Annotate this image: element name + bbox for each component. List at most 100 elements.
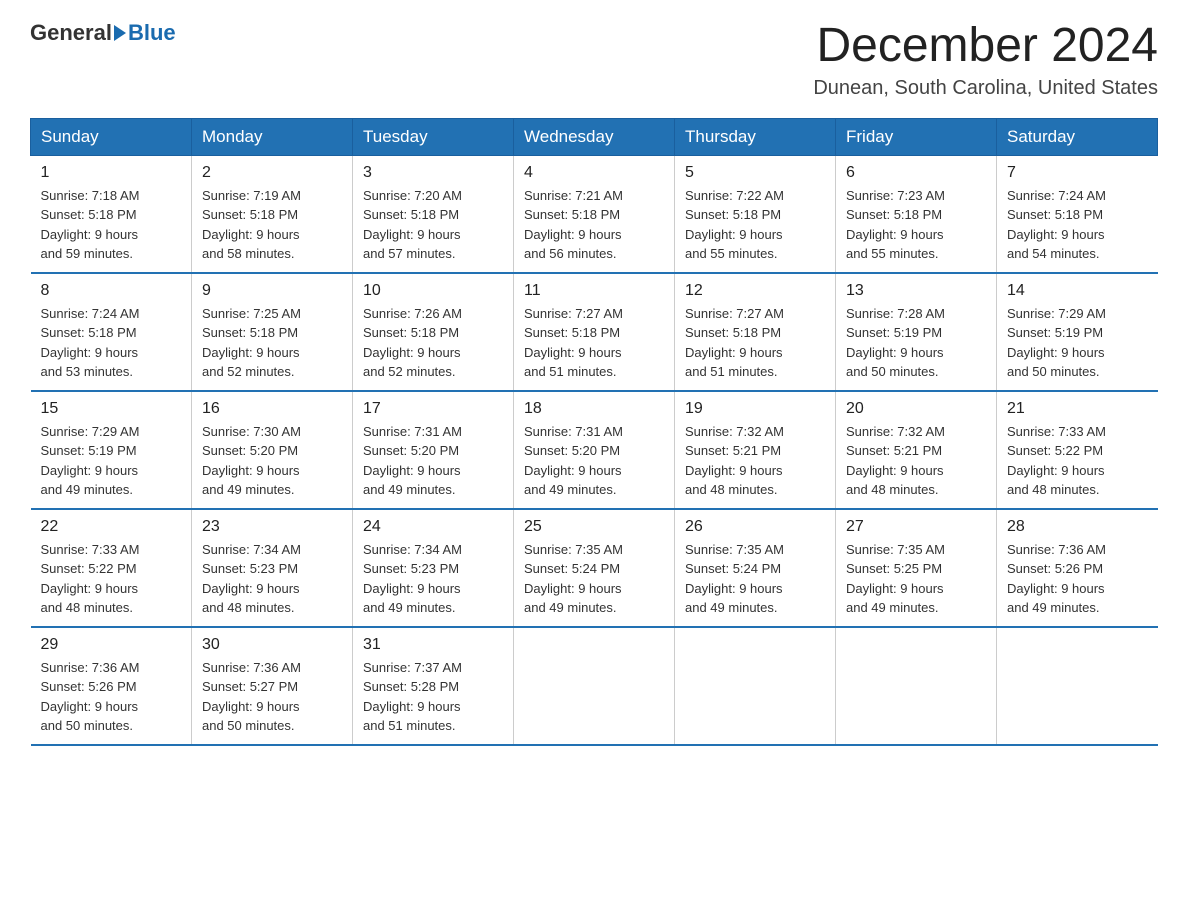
calendar-week-row: 22 Sunrise: 7:33 AM Sunset: 5:22 PM Dayl…: [31, 509, 1158, 627]
day-info: Sunrise: 7:36 AM Sunset: 5:26 PM Dayligh…: [41, 658, 182, 736]
header-saturday: Saturday: [997, 118, 1158, 155]
day-number: 20: [846, 400, 986, 418]
logo-blue-text: Blue: [128, 20, 176, 46]
calendar-cell: 3 Sunrise: 7:20 AM Sunset: 5:18 PM Dayli…: [353, 155, 514, 273]
calendar-week-row: 29 Sunrise: 7:36 AM Sunset: 5:26 PM Dayl…: [31, 627, 1158, 745]
day-info: Sunrise: 7:19 AM Sunset: 5:18 PM Dayligh…: [202, 186, 342, 264]
day-number: 22: [41, 518, 182, 536]
page-header: General Blue December 2024 Dunean, South…: [30, 20, 1158, 100]
header-sunday: Sunday: [31, 118, 192, 155]
day-info: Sunrise: 7:25 AM Sunset: 5:18 PM Dayligh…: [202, 304, 342, 382]
day-info: Sunrise: 7:28 AM Sunset: 5:19 PM Dayligh…: [846, 304, 986, 382]
calendar-cell: 11 Sunrise: 7:27 AM Sunset: 5:18 PM Dayl…: [514, 273, 675, 391]
day-info: Sunrise: 7:20 AM Sunset: 5:18 PM Dayligh…: [363, 186, 503, 264]
day-info: Sunrise: 7:35 AM Sunset: 5:24 PM Dayligh…: [524, 540, 664, 618]
calendar-cell: 7 Sunrise: 7:24 AM Sunset: 5:18 PM Dayli…: [997, 155, 1158, 273]
day-number: 11: [524, 282, 664, 300]
calendar-cell: 26 Sunrise: 7:35 AM Sunset: 5:24 PM Dayl…: [675, 509, 836, 627]
day-info: Sunrise: 7:24 AM Sunset: 5:18 PM Dayligh…: [41, 304, 182, 382]
day-info: Sunrise: 7:31 AM Sunset: 5:20 PM Dayligh…: [524, 422, 664, 500]
logo-general-text: General: [30, 20, 112, 46]
day-info: Sunrise: 7:29 AM Sunset: 5:19 PM Dayligh…: [41, 422, 182, 500]
location-text: Dunean, South Carolina, United States: [813, 77, 1158, 100]
calendar-cell: 14 Sunrise: 7:29 AM Sunset: 5:19 PM Dayl…: [997, 273, 1158, 391]
calendar-cell: 15 Sunrise: 7:29 AM Sunset: 5:19 PM Dayl…: [31, 391, 192, 509]
day-number: 19: [685, 400, 825, 418]
day-number: 10: [363, 282, 503, 300]
calendar-cell: 23 Sunrise: 7:34 AM Sunset: 5:23 PM Dayl…: [192, 509, 353, 627]
calendar-week-row: 8 Sunrise: 7:24 AM Sunset: 5:18 PM Dayli…: [31, 273, 1158, 391]
calendar-cell: 22 Sunrise: 7:33 AM Sunset: 5:22 PM Dayl…: [31, 509, 192, 627]
day-number: 27: [846, 518, 986, 536]
day-number: 4: [524, 164, 664, 182]
day-number: 31: [363, 636, 503, 654]
day-number: 8: [41, 282, 182, 300]
logo-arrow-icon: [114, 25, 126, 41]
calendar-cell: 2 Sunrise: 7:19 AM Sunset: 5:18 PM Dayli…: [192, 155, 353, 273]
day-info: Sunrise: 7:23 AM Sunset: 5:18 PM Dayligh…: [846, 186, 986, 264]
calendar-cell: [836, 627, 997, 745]
calendar-cell: 18 Sunrise: 7:31 AM Sunset: 5:20 PM Dayl…: [514, 391, 675, 509]
calendar-cell: 1 Sunrise: 7:18 AM Sunset: 5:18 PM Dayli…: [31, 155, 192, 273]
header-tuesday: Tuesday: [353, 118, 514, 155]
calendar-cell: [675, 627, 836, 745]
calendar-cell: 30 Sunrise: 7:36 AM Sunset: 5:27 PM Dayl…: [192, 627, 353, 745]
calendar-cell: 4 Sunrise: 7:21 AM Sunset: 5:18 PM Dayli…: [514, 155, 675, 273]
day-number: 7: [1007, 164, 1148, 182]
calendar-cell: 20 Sunrise: 7:32 AM Sunset: 5:21 PM Dayl…: [836, 391, 997, 509]
calendar-cell: 29 Sunrise: 7:36 AM Sunset: 5:26 PM Dayl…: [31, 627, 192, 745]
day-number: 9: [202, 282, 342, 300]
day-number: 24: [363, 518, 503, 536]
day-info: Sunrise: 7:33 AM Sunset: 5:22 PM Dayligh…: [41, 540, 182, 618]
day-info: Sunrise: 7:35 AM Sunset: 5:25 PM Dayligh…: [846, 540, 986, 618]
day-number: 23: [202, 518, 342, 536]
day-info: Sunrise: 7:37 AM Sunset: 5:28 PM Dayligh…: [363, 658, 503, 736]
header-monday: Monday: [192, 118, 353, 155]
weekday-header-row: Sunday Monday Tuesday Wednesday Thursday…: [31, 118, 1158, 155]
calendar-cell: 28 Sunrise: 7:36 AM Sunset: 5:26 PM Dayl…: [997, 509, 1158, 627]
day-number: 21: [1007, 400, 1148, 418]
calendar-cell: 5 Sunrise: 7:22 AM Sunset: 5:18 PM Dayli…: [675, 155, 836, 273]
day-number: 25: [524, 518, 664, 536]
calendar-cell: [997, 627, 1158, 745]
calendar-cell: 19 Sunrise: 7:32 AM Sunset: 5:21 PM Dayl…: [675, 391, 836, 509]
title-section: December 2024 Dunean, South Carolina, Un…: [813, 20, 1158, 100]
day-info: Sunrise: 7:30 AM Sunset: 5:20 PM Dayligh…: [202, 422, 342, 500]
day-number: 6: [846, 164, 986, 182]
day-info: Sunrise: 7:31 AM Sunset: 5:20 PM Dayligh…: [363, 422, 503, 500]
calendar-cell: 10 Sunrise: 7:26 AM Sunset: 5:18 PM Dayl…: [353, 273, 514, 391]
calendar-cell: 31 Sunrise: 7:37 AM Sunset: 5:28 PM Dayl…: [353, 627, 514, 745]
day-info: Sunrise: 7:32 AM Sunset: 5:21 PM Dayligh…: [685, 422, 825, 500]
day-info: Sunrise: 7:34 AM Sunset: 5:23 PM Dayligh…: [363, 540, 503, 618]
calendar-cell: 13 Sunrise: 7:28 AM Sunset: 5:19 PM Dayl…: [836, 273, 997, 391]
day-number: 5: [685, 164, 825, 182]
day-info: Sunrise: 7:18 AM Sunset: 5:18 PM Dayligh…: [41, 186, 182, 264]
calendar-header: Sunday Monday Tuesday Wednesday Thursday…: [31, 118, 1158, 155]
day-number: 15: [41, 400, 182, 418]
day-number: 26: [685, 518, 825, 536]
day-number: 16: [202, 400, 342, 418]
day-number: 14: [1007, 282, 1148, 300]
calendar-week-row: 1 Sunrise: 7:18 AM Sunset: 5:18 PM Dayli…: [31, 155, 1158, 273]
calendar-cell: 25 Sunrise: 7:35 AM Sunset: 5:24 PM Dayl…: [514, 509, 675, 627]
calendar-cell: 16 Sunrise: 7:30 AM Sunset: 5:20 PM Dayl…: [192, 391, 353, 509]
day-number: 18: [524, 400, 664, 418]
day-info: Sunrise: 7:29 AM Sunset: 5:19 PM Dayligh…: [1007, 304, 1148, 382]
calendar-cell: 21 Sunrise: 7:33 AM Sunset: 5:22 PM Dayl…: [997, 391, 1158, 509]
calendar-week-row: 15 Sunrise: 7:29 AM Sunset: 5:19 PM Dayl…: [31, 391, 1158, 509]
calendar-body: 1 Sunrise: 7:18 AM Sunset: 5:18 PM Dayli…: [31, 155, 1158, 745]
header-wednesday: Wednesday: [514, 118, 675, 155]
day-info: Sunrise: 7:27 AM Sunset: 5:18 PM Dayligh…: [685, 304, 825, 382]
calendar-cell: [514, 627, 675, 745]
day-info: Sunrise: 7:26 AM Sunset: 5:18 PM Dayligh…: [363, 304, 503, 382]
day-number: 30: [202, 636, 342, 654]
day-info: Sunrise: 7:36 AM Sunset: 5:27 PM Dayligh…: [202, 658, 342, 736]
day-number: 13: [846, 282, 986, 300]
day-number: 3: [363, 164, 503, 182]
day-info: Sunrise: 7:21 AM Sunset: 5:18 PM Dayligh…: [524, 186, 664, 264]
day-number: 12: [685, 282, 825, 300]
calendar-cell: 12 Sunrise: 7:27 AM Sunset: 5:18 PM Dayl…: [675, 273, 836, 391]
day-number: 1: [41, 164, 182, 182]
calendar-cell: 8 Sunrise: 7:24 AM Sunset: 5:18 PM Dayli…: [31, 273, 192, 391]
day-info: Sunrise: 7:33 AM Sunset: 5:22 PM Dayligh…: [1007, 422, 1148, 500]
